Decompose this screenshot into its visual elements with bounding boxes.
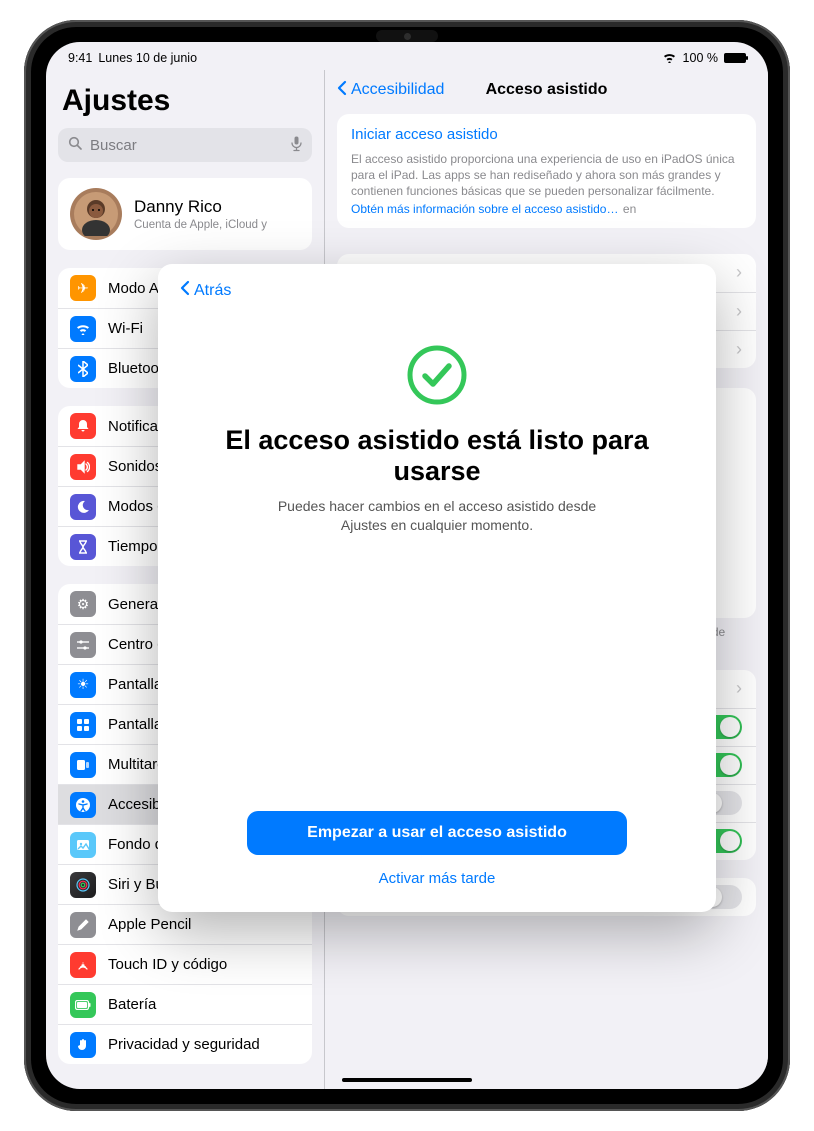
sheet-back-label: Atrás <box>194 282 231 300</box>
activate-later-button[interactable]: Activar más tarde <box>373 869 502 888</box>
wallpaper-icon <box>70 832 96 858</box>
start-card: Iniciar acceso asistido El acceso asisti… <box>337 114 756 228</box>
status-time: 9:41 <box>68 51 92 65</box>
switches-icon <box>70 632 96 658</box>
screen: 9:41 Lunes 10 de junio 100 % Ajustes <box>46 42 768 1089</box>
mic-icon[interactable] <box>291 136 302 155</box>
search-placeholder: Buscar <box>82 137 291 154</box>
bell-icon <box>70 413 96 439</box>
profile-subtitle: Cuenta de Apple, iCloud y <box>134 219 267 231</box>
sheet-title: El acceso asistido está listo para usars… <box>180 425 694 487</box>
desc-tail: en <box>623 202 636 216</box>
back-button[interactable]: Accesibilidad <box>337 80 444 101</box>
avatar <box>70 188 122 240</box>
grid-icon <box>70 712 96 738</box>
speaker-icon <box>70 454 96 480</box>
sidebar-item-privacy[interactable]: Privacidad y seguridad <box>58 1024 312 1064</box>
chevron-right-icon: › <box>736 678 742 699</box>
hourglass-icon <box>70 534 96 560</box>
brightness-icon: ☀ <box>70 672 96 698</box>
sidebar-item-label: Privacidad y seguridad <box>108 1036 260 1053</box>
status-date: Lunes 10 de junio <box>98 51 197 65</box>
sidebar-item-label: Sonidos <box>108 458 162 475</box>
sidebar-item-label: Batería <box>108 996 156 1013</box>
front-camera <box>376 30 438 42</box>
sidebar-item-label: General <box>108 596 161 613</box>
battery-percent: 100 % <box>683 51 718 65</box>
sidebar-item-label: Apple Pencil <box>108 916 191 933</box>
pencil-icon <box>70 912 96 938</box>
chevron-left-icon <box>337 80 347 101</box>
checkmark-icon <box>405 343 469 407</box>
settings-title: Ajustes <box>62 84 308 118</box>
hand-icon <box>70 1032 96 1058</box>
battery-icon <box>724 53 746 63</box>
status-bar: 9:41 Lunes 10 de junio 100 % <box>46 42 768 70</box>
bluetooth-icon <box>70 356 96 382</box>
chevron-left-icon <box>180 280 190 301</box>
wifi-icon <box>662 51 677 66</box>
sidebar-item-label: Wi-Fi <box>108 320 143 337</box>
sheet-back-button[interactable]: Atrás <box>180 280 694 301</box>
setup-complete-sheet: Atrás El acceso asistido está listo para… <box>158 264 716 912</box>
sidebar-item-label: Touch ID y código <box>108 956 227 973</box>
start-desc: El acceso asistido proporciona una exper… <box>351 151 742 200</box>
accessibility-icon <box>70 792 96 818</box>
airplane-icon: ✈ <box>70 275 96 301</box>
search-icon <box>68 136 82 154</box>
ipad-frame: 9:41 Lunes 10 de junio 100 % Ajustes <box>24 20 790 1111</box>
chevron-right-icon: › <box>736 301 742 322</box>
search-input[interactable]: Buscar <box>58 128 312 162</box>
chevron-right-icon: › <box>736 262 742 283</box>
profile-name: Danny Rico <box>134 197 267 217</box>
sidebar-item-touchid[interactable]: Touch ID y código <box>58 944 312 984</box>
multitask-icon <box>70 752 96 778</box>
detail-title: Acceso asistido <box>486 81 608 99</box>
wifi-icon <box>70 316 96 342</box>
profile-card[interactable]: Danny Rico Cuenta de Apple, iCloud y <box>58 178 312 250</box>
learn-more-link[interactable]: Obtén más información sobre el acceso as… <box>351 202 618 216</box>
fingerprint-icon <box>70 952 96 978</box>
gear-icon: ⚙ <box>70 591 96 617</box>
siri-icon <box>70 872 96 898</box>
start-using-button[interactable]: Empezar a usar el acceso asistido <box>247 811 627 855</box>
start-link[interactable]: Iniciar acceso asistido <box>351 126 742 143</box>
home-indicator[interactable] <box>342 1078 472 1082</box>
moon-icon <box>70 494 96 520</box>
battery-icon <box>70 992 96 1018</box>
sidebar-item-battery[interactable]: Batería <box>58 984 312 1024</box>
back-label: Accesibilidad <box>351 81 444 99</box>
chevron-right-icon: › <box>736 339 742 360</box>
detail-nav: Accesibilidad Acceso asistido <box>337 70 756 110</box>
sheet-subtitle: Puedes hacer cambios en el acceso asisti… <box>257 497 617 535</box>
